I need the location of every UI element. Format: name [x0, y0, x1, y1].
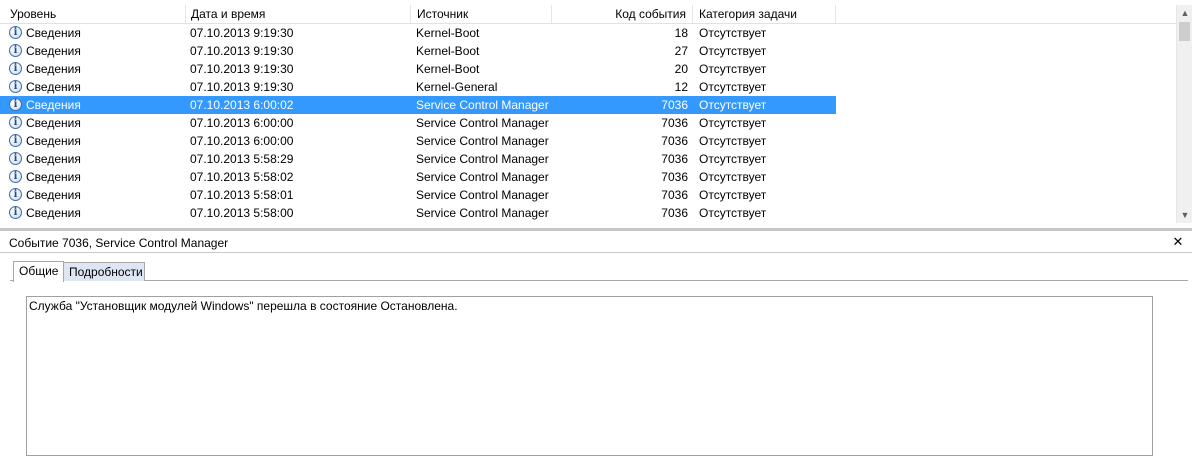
column-level[interactable]: Уровень [4, 5, 186, 23]
info-icon: i [9, 206, 22, 219]
cell-source: Kernel-Boot [416, 62, 480, 76]
cell-category: Отсутствует [699, 134, 767, 148]
cell-datetime: 07.10.2013 5:58:01 [190, 188, 294, 202]
info-icon: i [9, 152, 22, 165]
cell-datetime: 07.10.2013 6:00:02 [190, 98, 294, 112]
cell-event-code: 7036 [661, 152, 688, 166]
cell-source: Service Control Manager [416, 170, 549, 184]
table-row[interactable]: i Сведения 07.10.2013 6:00:00 Service Contr… [0, 114, 836, 132]
cell-datetime: 07.10.2013 5:58:02 [190, 170, 294, 184]
cell-category: Отсутствует [699, 170, 767, 184]
cell-datetime: 07.10.2013 5:58:00 [190, 206, 294, 220]
event-rows: i Сведения 07.10.2013 9:19:30 Kernel-Boot 18… [0, 24, 1176, 222]
cell-level: Сведения [26, 26, 81, 40]
info-icon: i [9, 26, 22, 39]
vertical-scrollbar[interactable]: ▲ ▼ [1176, 5, 1192, 223]
table-row[interactable]: i Сведения 07.10.2013 5:58:29 Service Contr… [0, 150, 836, 168]
table-row[interactable]: i Сведения 07.10.2013 9:19:30 Kernel-Boot 27… [0, 42, 836, 60]
cell-level: Сведения [26, 134, 81, 148]
column-filler [836, 5, 1176, 23]
cell-event-code: 7036 [661, 188, 688, 202]
cell-event-code: 7036 [661, 134, 688, 148]
cell-level: Сведения [26, 152, 81, 166]
cell-source: Kernel-General [416, 80, 498, 94]
cell-event-code: 7036 [661, 206, 688, 220]
cell-level: Сведения [26, 116, 81, 130]
cell-datetime: 07.10.2013 6:00:00 [190, 116, 294, 130]
tab-general[interactable]: Общие [13, 261, 64, 282]
info-icon: i [9, 44, 22, 57]
tab-details[interactable]: Подробности [64, 262, 145, 281]
info-icon: i [9, 116, 22, 129]
cell-category: Отсутствует [699, 62, 767, 76]
cell-category: Отсутствует [699, 188, 767, 202]
scroll-thumb[interactable] [1179, 22, 1190, 41]
event-list[interactable]: Уровень Дата и время Источник Код событи… [0, 0, 1192, 228]
info-icon: i [9, 134, 22, 147]
cell-category: Отсутствует [699, 26, 767, 40]
cell-level: Сведения [26, 206, 81, 220]
cell-source: Service Control Manager [416, 188, 549, 202]
cell-category: Отсутствует [699, 206, 767, 220]
cell-datetime: 07.10.2013 9:19:30 [190, 80, 294, 94]
event-detail-pane: Событие 7036, Service Control Manager ✕ … [0, 231, 1192, 456]
column-datetime[interactable]: Дата и время [185, 5, 411, 23]
cell-source: Service Control Manager [416, 134, 549, 148]
cell-event-code: 7036 [661, 98, 688, 112]
column-category[interactable]: Категория задачи [693, 5, 836, 23]
cell-source: Kernel-Boot [416, 26, 480, 40]
cell-event-code: 27 [674, 44, 688, 58]
cell-event-code: 18 [674, 26, 688, 40]
description-box[interactable]: Служба "Установщик модулей Windows" пере… [26, 296, 1153, 456]
cell-source: Service Control Manager [416, 206, 549, 220]
scroll-down-icon[interactable]: ▼ [1177, 207, 1192, 223]
cell-datetime: 07.10.2013 5:58:29 [190, 152, 294, 166]
cell-datetime: 07.10.2013 9:19:30 [190, 62, 294, 76]
column-header: Уровень Дата и время Источник Код событи… [0, 5, 1176, 24]
detail-title: Событие 7036, Service Control Manager [9, 236, 229, 250]
scroll-up-icon[interactable]: ▲ [1177, 5, 1192, 21]
tab-strip-line [10, 280, 1188, 281]
cell-source: Service Control Manager [416, 152, 549, 166]
info-icon: i [9, 80, 22, 93]
close-icon[interactable]: ✕ [1170, 234, 1186, 250]
table-row[interactable]: i Сведения 07.10.2013 9:19:30 Kernel-Genera… [0, 78, 836, 96]
table-row[interactable]: i Сведения 07.10.2013 9:19:30 Kernel-Boot 20… [0, 60, 836, 78]
cell-source: Service Control Manager [416, 116, 549, 130]
info-icon: i [9, 62, 22, 75]
cell-level: Сведения [26, 188, 81, 202]
cell-level: Сведения [26, 44, 81, 58]
table-row[interactable]: i Сведения 07.10.2013 9:19:30 Kernel-Boot 18… [0, 24, 836, 42]
cell-event-code: 12 [674, 80, 688, 94]
cell-datetime: 07.10.2013 9:19:30 [190, 44, 294, 58]
cell-event-code: 20 [674, 62, 688, 76]
cell-category: Отсутствует [699, 116, 767, 130]
table-row[interactable]: i Сведения 07.10.2013 6:00:02 Service Contr… [0, 96, 836, 114]
table-row[interactable]: i Сведения 07.10.2013 5:58:01 Service Contr… [0, 186, 836, 204]
info-icon: i [9, 170, 22, 183]
cell-level: Сведения [26, 98, 81, 112]
column-source[interactable]: Источник [411, 5, 552, 23]
cell-category: Отсутствует [699, 80, 767, 94]
table-row[interactable]: i Сведения 07.10.2013 5:58:00 Service Contr… [0, 204, 836, 222]
column-event-code[interactable]: Код события [552, 5, 693, 23]
cell-event-code: 7036 [661, 116, 688, 130]
cell-event-code: 7036 [661, 170, 688, 184]
cell-category: Отсутствует [699, 98, 767, 112]
info-icon: i [9, 188, 22, 201]
cell-datetime: 07.10.2013 9:19:30 [190, 26, 294, 40]
cell-category: Отсутствует [699, 44, 767, 58]
cell-level: Сведения [26, 170, 81, 184]
cell-level: Сведения [26, 80, 81, 94]
cell-category: Отсутствует [699, 152, 767, 166]
info-icon: i [9, 98, 22, 111]
detail-divider [0, 252, 1192, 253]
table-row[interactable]: i Сведения 07.10.2013 5:58:02 Service Contr… [0, 168, 836, 186]
cell-source: Kernel-Boot [416, 44, 480, 58]
cell-level: Сведения [26, 62, 81, 76]
description-text: Служба "Установщик модулей Windows" пере… [29, 299, 458, 313]
table-row[interactable]: i Сведения 07.10.2013 6:00:00 Service Contr… [0, 132, 836, 150]
cell-source: Service Control Manager [416, 98, 549, 112]
cell-datetime: 07.10.2013 6:00:00 [190, 134, 294, 148]
